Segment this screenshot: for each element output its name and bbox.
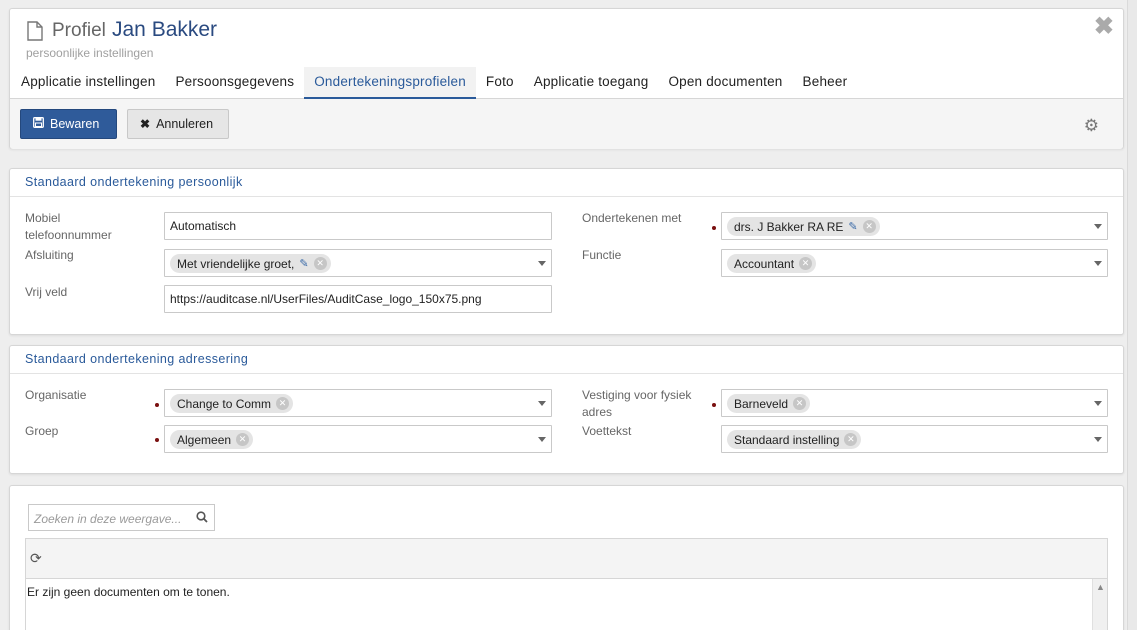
tab-beheer[interactable]: Beheer xyxy=(793,67,858,99)
profile-header-card: Profiel Jan Bakker persoonlijke instelli… xyxy=(9,8,1124,149)
section-title: Standaard ondertekening persoonlijk xyxy=(25,175,243,189)
location-chip-label: Barneveld xyxy=(734,396,789,411)
documents-section: Zoeken in deze weergave... ⟳ Er zijn gee… xyxy=(9,485,1124,630)
tab-open-documenten[interactable]: Open documenten xyxy=(658,67,792,99)
group-label: Groep xyxy=(25,424,59,438)
footer-text-chip-label: Standaard instelling xyxy=(734,432,840,447)
required-indicator xyxy=(155,403,159,407)
tab-ondertekeningsprofielen[interactable]: Ondertekeningsprofielen xyxy=(304,67,476,99)
closing-chip: Met vriendelijke groet, ✎ ✕ xyxy=(170,254,331,273)
closing-select[interactable]: Met vriendelijke groet, ✎ ✕ xyxy=(164,249,552,277)
page-scrollbar[interactable] xyxy=(1127,0,1137,630)
sign-with-select[interactable]: drs. J Bakker RA RE ✎ ✕ xyxy=(721,212,1108,240)
edit-icon[interactable]: ✎ xyxy=(848,220,857,233)
closing-label: Afsluiting xyxy=(25,248,74,262)
footer-text-chip: Standaard instelling ✕ xyxy=(727,430,862,449)
footer-text-label: Voettekst xyxy=(582,424,632,438)
remove-icon[interactable]: ✕ xyxy=(276,397,290,410)
page-subtitle: persoonlijke instellingen xyxy=(26,46,154,60)
tab-foto[interactable]: Foto xyxy=(476,67,524,99)
save-button[interactable]: Bewaren xyxy=(20,109,117,139)
sign-with-chip: drs. J Bakker RA RE ✎ ✕ xyxy=(727,217,880,236)
organisation-chip-label: Change to Comm xyxy=(177,396,272,411)
empty-message: Er zijn geen documenten om te tonen. xyxy=(27,585,230,599)
required-indicator xyxy=(712,403,716,407)
chevron-down-icon[interactable] xyxy=(1094,224,1102,229)
organisation-chip: Change to Comm ✕ xyxy=(170,394,294,413)
close-icon: ✖ xyxy=(140,117,151,131)
section-title: Standaard ondertekening adressering xyxy=(25,352,249,366)
required-indicator xyxy=(155,438,159,442)
group-chip-label: Algemeen xyxy=(177,432,232,447)
edit-icon[interactable]: ✎ xyxy=(299,257,308,270)
gear-icon[interactable]: ⚙ xyxy=(1084,117,1099,134)
grid-toolbar: ⟳ xyxy=(26,539,1107,579)
remove-icon[interactable]: ✕ xyxy=(793,397,807,410)
footer-text-select[interactable]: Standaard instelling ✕ xyxy=(721,425,1108,453)
location-chip: Barneveld ✕ xyxy=(727,394,811,413)
addressing-signature-section: Standaard ondertekening adressering Orga… xyxy=(9,345,1124,474)
section-divider xyxy=(10,196,1123,197)
tab-bar: Applicatie instellingen Persoonsgegevens… xyxy=(10,67,1123,99)
location-select[interactable]: Barneveld ✕ xyxy=(721,389,1108,417)
mobile-label: Mobiel telefoonnummer xyxy=(25,211,112,242)
cancel-button[interactable]: ✖ Annuleren xyxy=(127,109,229,139)
remove-icon[interactable]: ✕ xyxy=(844,433,858,446)
refresh-icon[interactable]: ⟳ xyxy=(30,550,42,567)
organisation-select[interactable]: Change to Comm ✕ xyxy=(164,389,552,417)
function-chip-label: Accountant xyxy=(734,256,795,271)
tab-persoonsgegevens[interactable]: Persoonsgegevens xyxy=(165,67,304,99)
sign-with-chip-label: drs. J Bakker RA RE xyxy=(734,219,844,234)
chevron-down-icon[interactable] xyxy=(538,261,546,266)
remove-icon[interactable]: ✕ xyxy=(862,220,876,233)
chevron-down-icon[interactable] xyxy=(538,437,546,442)
function-label: Functie xyxy=(582,248,622,262)
page-title: Jan Bakker xyxy=(112,18,218,41)
documents-grid: ⟳ Er zijn geen documenten om te tonen. ▲ xyxy=(25,538,1108,630)
free-field-input[interactable]: https://auditcase.nl/UserFiles/AuditCase… xyxy=(164,285,552,313)
scroll-up-icon[interactable]: ▲ xyxy=(1096,582,1105,592)
chevron-down-icon[interactable] xyxy=(1094,261,1102,266)
save-button-label: Bewaren xyxy=(50,117,100,131)
search-placeholder: Zoeken in deze weergave... xyxy=(34,512,182,526)
grid-scrollbar[interactable]: ▲ xyxy=(1092,579,1107,630)
search-icon[interactable] xyxy=(196,511,208,526)
required-indicator xyxy=(712,226,716,230)
page-title-prefix: Profiel xyxy=(52,20,106,41)
remove-icon[interactable]: ✕ xyxy=(313,257,327,270)
document-icon xyxy=(27,21,43,44)
chevron-down-icon[interactable] xyxy=(1094,401,1102,406)
location-label: Vestiging voor fysiek adres xyxy=(582,388,692,419)
personal-signature-section: Standaard ondertekening persoonlijk Mobi… xyxy=(9,168,1124,335)
section-divider xyxy=(10,373,1123,374)
function-select[interactable]: Accountant ✕ xyxy=(721,249,1108,277)
group-select[interactable]: Algemeen ✕ xyxy=(164,425,552,453)
search-input[interactable]: Zoeken in deze weergave... xyxy=(28,504,215,531)
free-field-label: Vrij veld xyxy=(25,285,68,299)
closing-chip-label: Met vriendelijke groet, xyxy=(177,256,295,271)
remove-icon[interactable]: ✕ xyxy=(799,257,813,270)
floppy-disk-icon xyxy=(33,117,44,131)
tab-applicatie-instellingen[interactable]: Applicatie instellingen xyxy=(11,67,165,99)
remove-icon[interactable]: ✕ xyxy=(236,433,250,446)
chevron-down-icon[interactable] xyxy=(538,401,546,406)
function-chip: Accountant ✕ xyxy=(727,254,817,273)
cancel-button-label: Annuleren xyxy=(156,117,214,131)
toolbar: Bewaren ✖ Annuleren ⚙ xyxy=(10,99,1123,149)
tab-applicatie-toegang[interactable]: Applicatie toegang xyxy=(524,67,659,99)
mobile-field[interactable]: Automatisch xyxy=(164,212,552,240)
organisation-label: Organisatie xyxy=(25,388,87,402)
group-chip: Algemeen ✕ xyxy=(170,430,254,449)
chevron-down-icon[interactable] xyxy=(1094,437,1102,442)
sign-with-label: Ondertekenen met xyxy=(582,211,682,225)
close-icon[interactable]: ✖ xyxy=(1094,15,1114,39)
